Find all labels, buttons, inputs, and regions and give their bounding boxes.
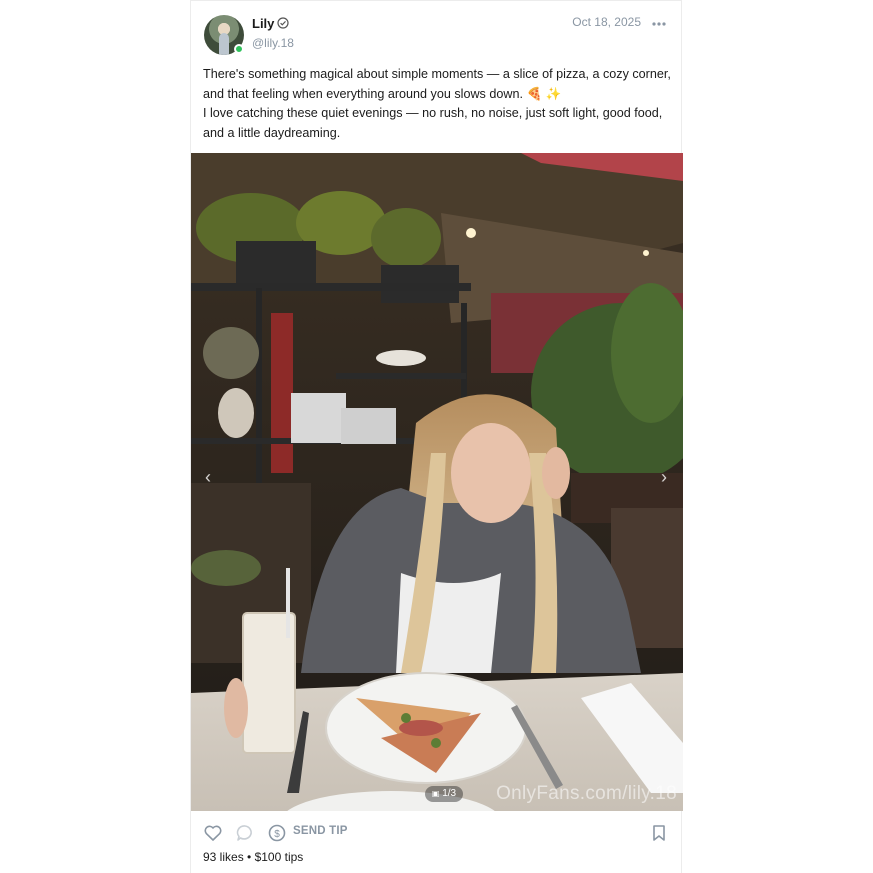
post-caption: There's something magical about simple m… bbox=[203, 65, 671, 143]
bookmark-icon[interactable] bbox=[649, 823, 669, 843]
author-handle[interactable]: @lily.18 bbox=[252, 36, 294, 50]
tips-count[interactable]: $100 tips bbox=[255, 850, 304, 864]
more-options-icon[interactable] bbox=[651, 15, 667, 31]
post-date[interactable]: Oct 18, 2025 bbox=[572, 15, 641, 29]
svg-text:$: $ bbox=[274, 829, 280, 840]
gallery-icon: ▣ bbox=[431, 789, 440, 798]
photo-illustration bbox=[191, 153, 683, 811]
heart-icon[interactable] bbox=[203, 823, 223, 843]
chevron-right-icon[interactable]: › bbox=[655, 465, 673, 489]
send-tip-button[interactable]: SEND TIP bbox=[293, 825, 348, 837]
post-photo[interactable]: ‹ › ▣ 1/3 OnlyFans.com/lily.18 bbox=[191, 153, 683, 811]
likes-count[interactable]: 93 likes bbox=[203, 850, 244, 864]
online-status-dot bbox=[234, 44, 244, 54]
tip-dollar-icon[interactable]: $ bbox=[267, 823, 287, 843]
post-card: Lily @lily.18 Oct 18, 2025 There's somet… bbox=[190, 0, 683, 873]
verified-icon bbox=[277, 17, 289, 29]
caption-line-2: I love catching these quiet evenings — n… bbox=[203, 106, 663, 140]
author-name[interactable]: Lily bbox=[252, 16, 274, 31]
post-header: Lily @lily.18 Oct 18, 2025 bbox=[191, 1, 681, 63]
gallery-counter-label: 1/3 bbox=[442, 788, 457, 799]
post-actions: $ SEND TIP bbox=[191, 819, 681, 847]
chevron-left-icon[interactable]: ‹ bbox=[199, 465, 217, 489]
caption-line-1: There's something magical about simple m… bbox=[203, 67, 671, 101]
stats-separator: • bbox=[247, 850, 252, 864]
comment-icon[interactable] bbox=[235, 823, 255, 843]
post-stats: 93 likes • $100 tips bbox=[203, 850, 303, 864]
watermark: OnlyFans.com/lily.18 bbox=[496, 783, 677, 804]
gallery-counter: ▣ 1/3 bbox=[425, 786, 463, 802]
